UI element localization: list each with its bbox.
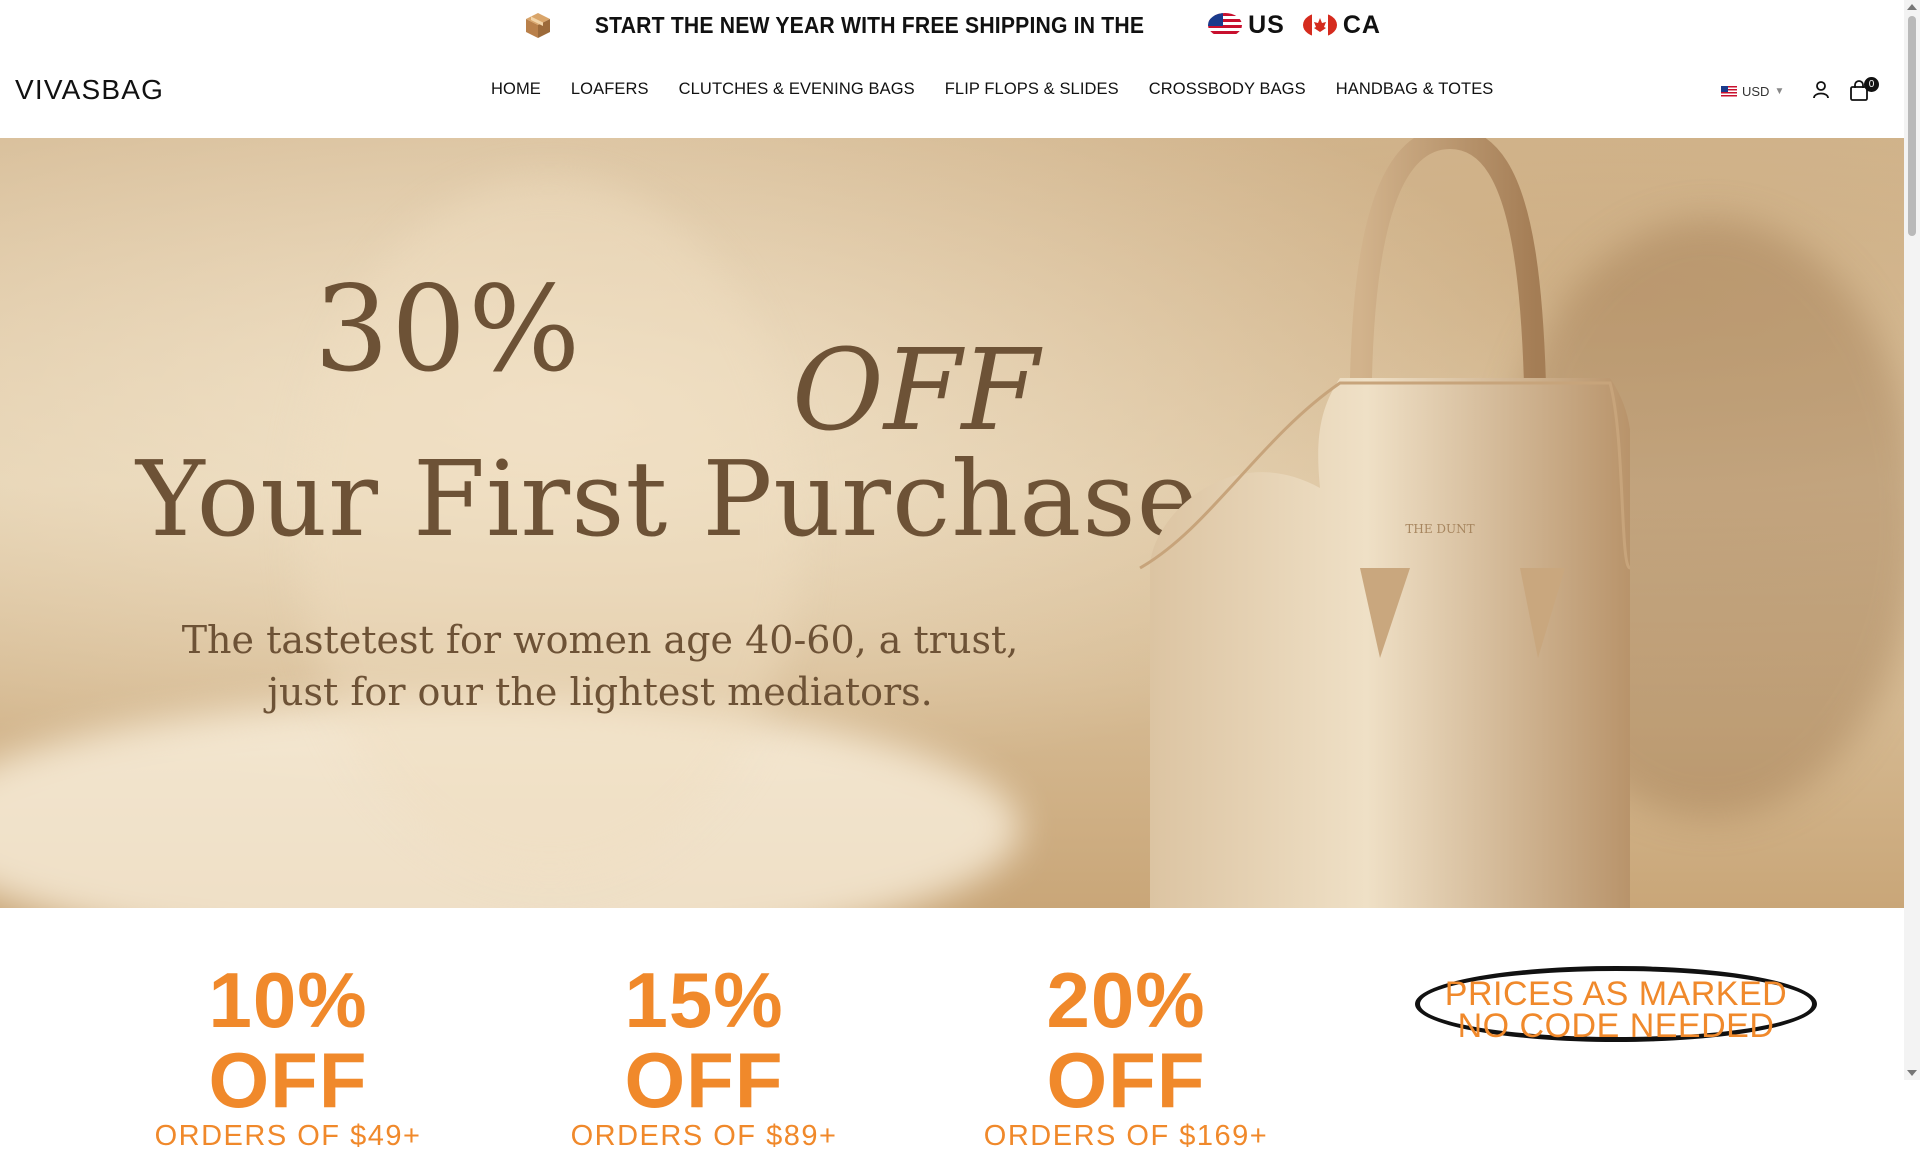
promo-amount: 15% OFF: [624, 956, 784, 1124]
hero-subtext: The tastetest for women age 40-60, a tru…: [181, 618, 1019, 714]
nav-handbag-totes[interactable]: HANDBAG & TOTES: [1336, 80, 1494, 99]
promo-tier-3[interactable]: 20% OFF ORDERS OF $169+: [966, 960, 1286, 1152]
marked-line-1: PRICES AS MARKED: [1444, 975, 1788, 1013]
nav-flip-flops-slides[interactable]: FLIP FLOPS & SLIDES: [945, 80, 1119, 99]
tote-bag-image: THE DUNT: [1139, 138, 1630, 908]
country-us: US: [1208, 11, 1285, 40]
prices-as-marked-badge[interactable]: PRICES AS MARKED NO CODE NEEDED: [1415, 966, 1817, 1045]
announcement-bar: START THE NEW YEAR WITH FREE SHIPPING IN…: [0, 0, 1904, 50]
user-account-icon[interactable]: [1812, 80, 1830, 100]
page-scrollbar[interactable]: [1904, 0, 1920, 1080]
package-icon: [526, 13, 551, 38]
scrollbar-thumb[interactable]: [1908, 16, 1916, 236]
promo-condition: ORDERS OF $49+: [154, 1120, 422, 1152]
promo-condition: ORDERS OF $89+: [570, 1120, 838, 1152]
site-header: VIVASBAG HOME LOAFERS CLUTCHES & EVENING…: [0, 50, 1904, 138]
main-nav: HOME LOAFERS CLUTCHES & EVENING BAGS FLI…: [491, 80, 1493, 99]
hero-discount-percent: 30%: [314, 260, 583, 398]
promo-tier-2[interactable]: 15% OFF ORDERS OF $89+: [544, 960, 864, 1152]
promo-amount: 20% OFF: [1046, 956, 1206, 1124]
country-code-us: US: [1248, 10, 1285, 39]
scroll-down-arrow-icon[interactable]: [1907, 1070, 1917, 1076]
country-ca: CA: [1302, 10, 1381, 40]
promo-row: 10% OFF ORDERS OF $49+ 15% OFF ORDERS OF…: [0, 908, 1904, 1152]
svg-text:THE DUNT: THE DUNT: [1405, 522, 1474, 536]
nav-crossbody-bags[interactable]: CROSSBODY BAGS: [1149, 80, 1306, 99]
us-flag-icon: [1208, 13, 1243, 37]
marked-line-2: NO CODE NEEDED: [1457, 1007, 1775, 1045]
chevron-down-icon: ▼: [1774, 86, 1785, 97]
currency-label: USD: [1742, 84, 1770, 99]
currency-selector[interactable]: USD ▼: [1721, 84, 1784, 99]
announcement-text: START THE NEW YEAR WITH FREE SHIPPING IN…: [594, 11, 1145, 38]
promo-tier-1[interactable]: 10% OFF ORDERS OF $49+: [128, 960, 448, 1152]
cart-count-badge: 0: [1864, 77, 1879, 92]
canada-flag-icon: [1302, 13, 1337, 37]
scroll-up-arrow-icon[interactable]: [1907, 4, 1917, 10]
nav-home[interactable]: HOME: [491, 80, 541, 99]
site-logo[interactable]: VIVASBAG: [15, 74, 164, 106]
hero-headline: Your First Purchase: [136, 438, 1200, 560]
nav-clutches-evening-bags[interactable]: CLUTCHES & EVENING BAGS: [679, 80, 915, 99]
country-code-ca: CA: [1342, 10, 1381, 39]
promo-condition: ORDERS OF $169+: [983, 1120, 1269, 1152]
us-flag-icon: [1721, 86, 1737, 97]
promo-amount: 10% OFF: [208, 956, 368, 1124]
nav-loafers[interactable]: LOAFERS: [571, 80, 649, 99]
hero-off-label: OFF: [792, 326, 1040, 456]
hero-banner[interactable]: 30% OFF Your First Purchase The tastetes…: [0, 138, 1904, 908]
